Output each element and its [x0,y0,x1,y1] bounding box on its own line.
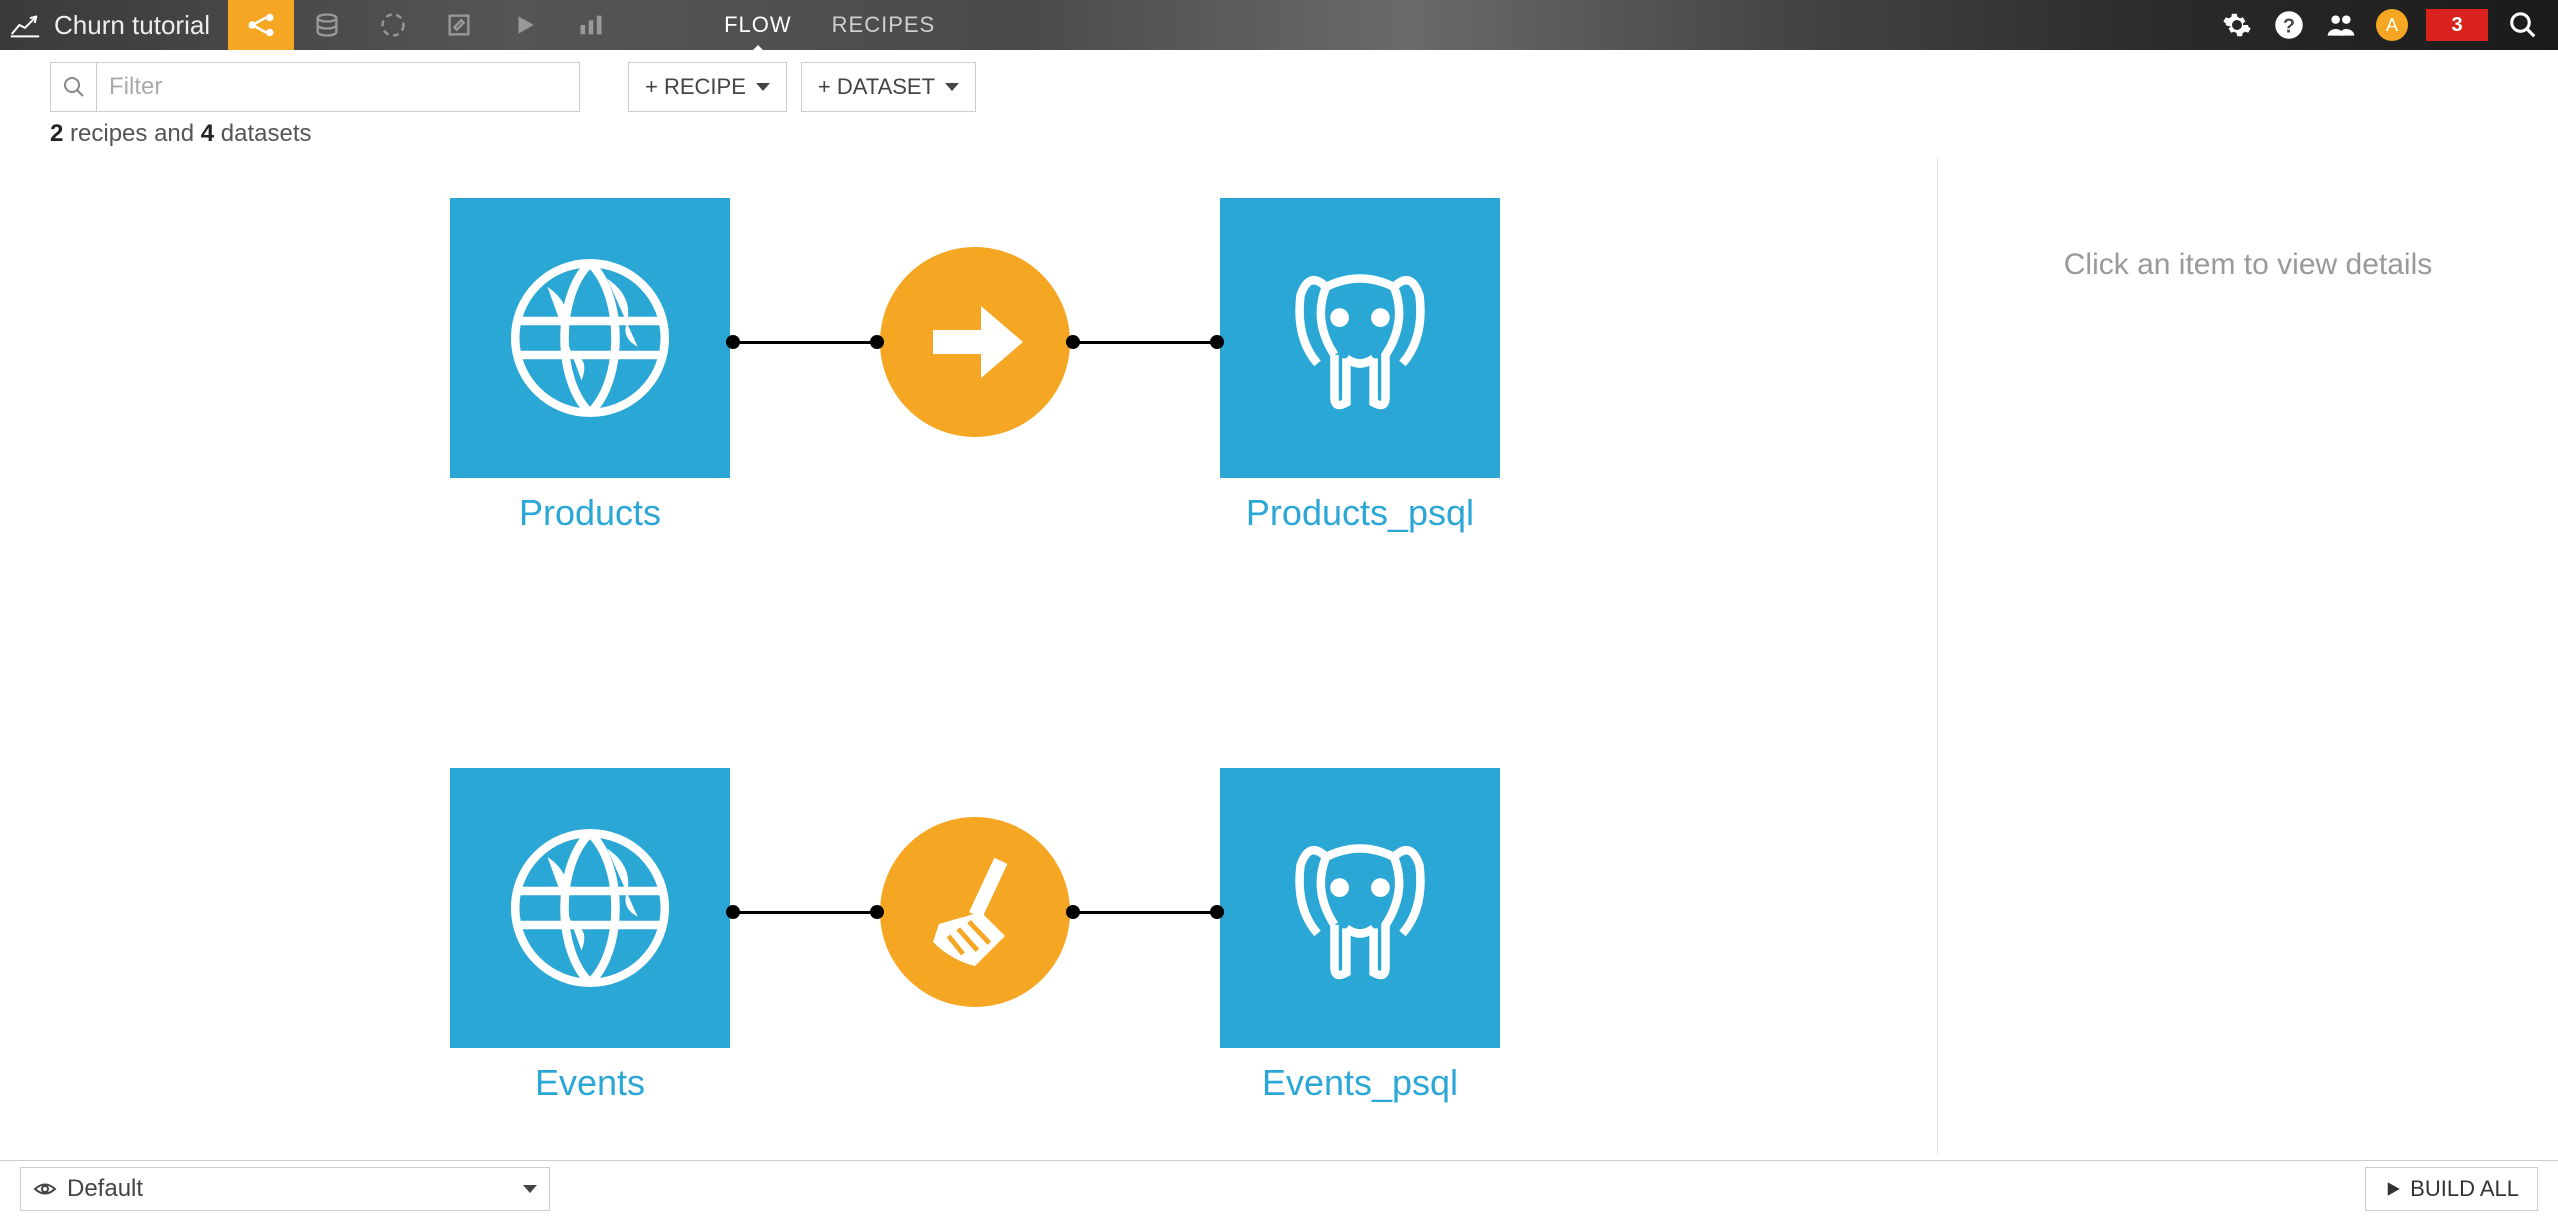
topbar-right: ? A 3 [2220,8,2558,42]
broom-icon [915,852,1035,972]
add-recipe-label: + RECIPE [645,74,746,100]
flow-row: Events [450,768,1500,1104]
dataset-tile [450,768,730,1048]
user-avatar[interactable]: A [2376,9,2408,41]
project-title[interactable]: Churn tutorial [50,10,228,41]
analysis-nav-icon[interactable] [360,0,426,50]
dataiku-logo-icon[interactable] [0,0,50,50]
dataset-products[interactable]: Products [450,198,730,534]
flow-toolbar: + RECIPE + DATASET [0,50,2558,118]
chevron-down-icon [756,83,770,91]
tab-flow[interactable]: FLOW [724,0,792,50]
filter-input[interactable] [97,73,579,101]
globe-icon [505,253,675,423]
settings-icon[interactable] [2220,8,2254,42]
flow-edge [730,341,880,344]
alerts-badge[interactable]: 3 [2426,9,2488,41]
flow-edge [1070,911,1220,914]
sync-arrow-icon [915,282,1035,402]
eye-icon [33,1177,57,1201]
play-icon [2384,1180,2402,1198]
tab-recipes[interactable]: RECIPES [832,0,936,50]
dataset-events[interactable]: Events [450,768,730,1104]
dataset-label: Products [519,492,661,534]
chevron-down-icon [523,1185,537,1193]
build-all-label: BUILD ALL [2410,1176,2519,1202]
build-all-button[interactable]: BUILD ALL [2365,1167,2538,1211]
dataset-products-psql[interactable]: Products_psql [1220,198,1500,534]
view-selector[interactable]: Default [20,1167,550,1211]
search-icon [51,63,97,111]
filter-box [50,62,580,112]
main-area: Products Product [0,158,2558,1154]
bottom-bar: Default BUILD ALL [0,1160,2558,1216]
postgres-elephant-icon [1275,823,1445,993]
top-nav: Churn tutorial FLOW RECIPES ? A 3 [0,0,2558,50]
details-panel: Click an item to view details [1938,158,2558,1154]
users-icon[interactable] [2324,8,2358,42]
chevron-down-icon [945,83,959,91]
details-placeholder: Click an item to view details [1938,248,2558,282]
dataset-events-psql[interactable]: Events_psql [1220,768,1500,1104]
postgres-elephant-icon [1275,253,1445,423]
dataset-tile [1220,198,1500,478]
globe-icon [505,823,675,993]
recipe-prepare[interactable] [880,817,1070,1007]
dataset-label: Events_psql [1262,1062,1458,1104]
svg-text:?: ? [2283,16,2295,38]
flow-edge [730,911,880,914]
dataset-tile [450,198,730,478]
help-icon[interactable]: ? [2272,8,2306,42]
add-dataset-label: + DATASET [818,74,935,100]
recipe-sync[interactable] [880,247,1070,437]
flow-edge [1070,341,1220,344]
dataset-label: Products_psql [1246,492,1474,534]
datasets-nav-icon[interactable] [294,0,360,50]
flow-row: Products Product [450,198,1500,534]
notebook-nav-icon[interactable] [426,0,492,50]
flow-nav-icon[interactable] [228,0,294,50]
dashboards-nav-icon[interactable] [558,0,624,50]
dataset-label: Events [535,1062,645,1104]
global-search-icon[interactable] [2506,8,2540,42]
view-label: Default [67,1175,143,1203]
subnav-tabs: FLOW RECIPES [724,0,935,50]
add-recipe-button[interactable]: + RECIPE [628,62,787,112]
dataset-tile [1220,768,1500,1048]
add-dataset-button[interactable]: + DATASET [801,62,976,112]
item-counts: 2 recipes and 4 datasets [0,118,2558,158]
jobs-nav-icon[interactable] [492,0,558,50]
flow-canvas[interactable]: Products Product [0,158,1938,1154]
